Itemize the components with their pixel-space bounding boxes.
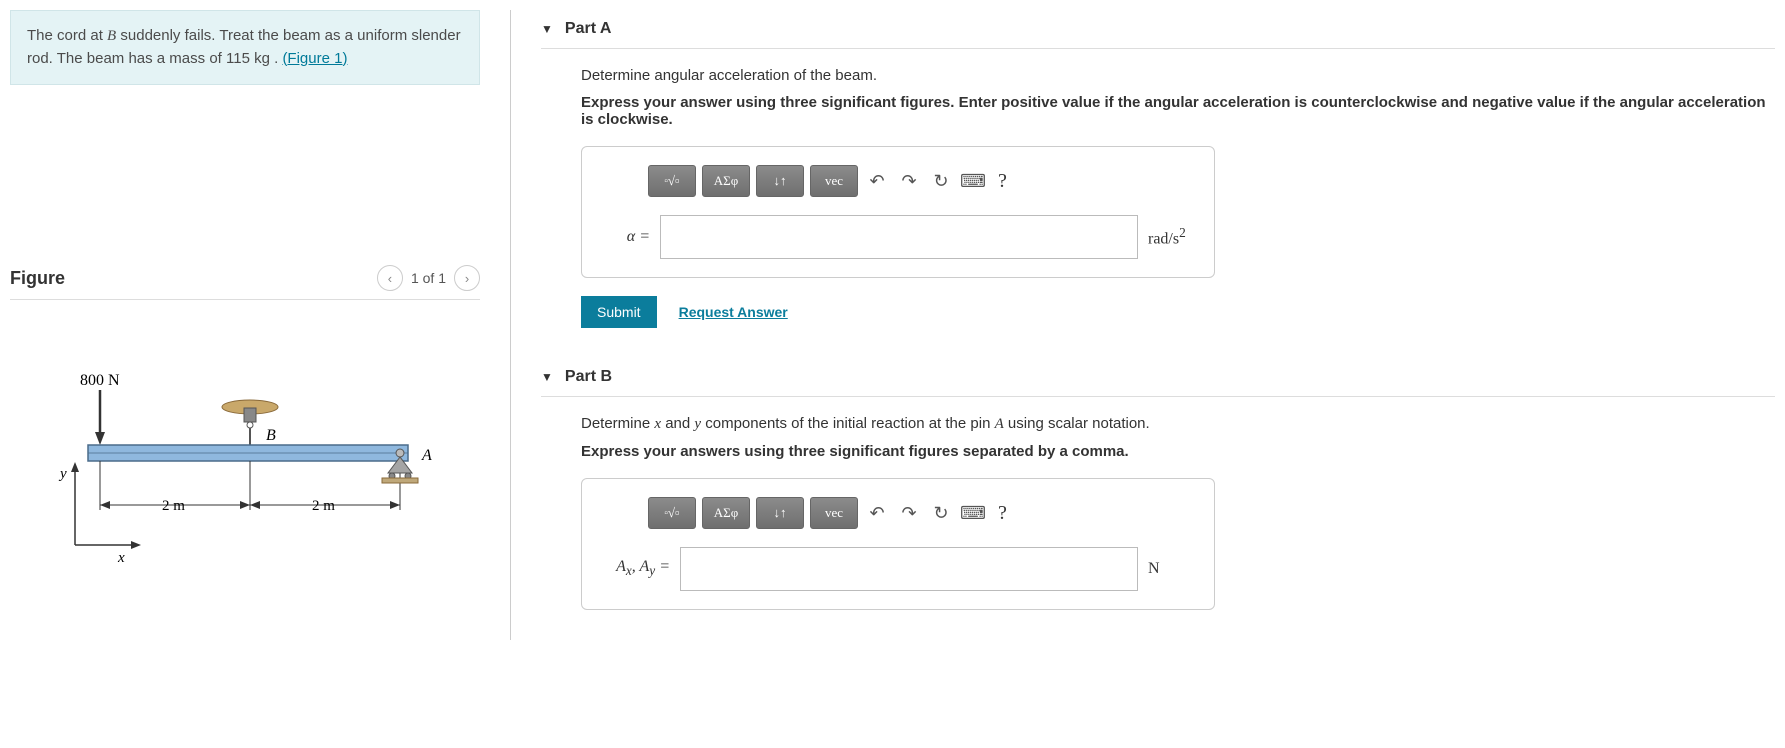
caret-down-icon: ▼ (541, 22, 553, 36)
part-b-answer-panel: ▫√▫ ΑΣφ ↓↑ vec ↶ ↷ ↻ ⌨ ? Ax, Ay = N (581, 478, 1215, 610)
greek-button[interactable]: ΑΣφ (702, 497, 750, 529)
undo-icon[interactable]: ↶ (864, 168, 890, 194)
axis-x: x (117, 550, 125, 566)
dim1: 2 m (162, 498, 185, 514)
problem-unit: kg (254, 50, 270, 67)
text: components of the initial reaction at th… (701, 415, 995, 432)
load-label: 800 N (80, 372, 120, 389)
part-a-answer-input[interactable] (660, 215, 1138, 259)
help-icon[interactable]: ? (992, 170, 1013, 193)
part-a-unit: rad/s2 (1148, 225, 1198, 248)
subsup-button[interactable]: ↓↑ (756, 165, 804, 197)
subsup-button[interactable]: ↓↑ (756, 497, 804, 529)
figure-header: Figure ‹ 1 of 1 › (10, 265, 480, 300)
figure-title: Figure (10, 268, 65, 289)
keyboard-icon[interactable]: ⌨ (960, 168, 986, 194)
part-a-answer-panel: ▫√▫ ΑΣφ ↓↑ vec ↶ ↷ ↻ ⌨ ? α = rad/s2 (581, 146, 1215, 278)
vec-button[interactable]: vec (810, 497, 858, 529)
text: Determine (581, 415, 654, 432)
part-a-title: Part A (565, 20, 612, 38)
figure-pager-label: 1 of 1 (411, 270, 446, 286)
part-b: ▼ Part B Determine x and y components of… (541, 358, 1775, 610)
part-a-instruction: Express your answer using three signific… (581, 94, 1775, 128)
part-b-answer-input[interactable] (680, 547, 1138, 591)
caret-down-icon: ▼ (541, 370, 553, 384)
part-b-instruction: Express your answers using three signifi… (581, 443, 1775, 460)
reset-icon[interactable]: ↻ (928, 168, 954, 194)
problem-statement: The cord at B suddenly fails. Treat the … (10, 10, 480, 85)
help-icon[interactable]: ? (992, 502, 1013, 525)
toolbar: ▫√▫ ΑΣφ ↓↑ vec ↶ ↷ ↻ ⌨ ? (598, 497, 1198, 529)
text: using scalar notation. (1004, 415, 1150, 432)
part-a-prompt: Determine angular acceleration of the be… (581, 67, 1775, 84)
greek-button[interactable]: ΑΣφ (702, 165, 750, 197)
label-A: A (421, 447, 432, 464)
templates-button[interactable]: ▫√▫ (648, 497, 696, 529)
request-answer-link[interactable]: Request Answer (679, 304, 788, 320)
part-a-header[interactable]: ▼ Part A (541, 10, 1775, 49)
problem-text: The cord at (27, 27, 107, 44)
undo-icon[interactable]: ↶ (864, 500, 890, 526)
redo-icon[interactable]: ↷ (896, 500, 922, 526)
vec-button[interactable]: vec (810, 165, 858, 197)
part-a-var-label: α = (598, 228, 650, 246)
axis-y: y (58, 466, 67, 482)
text: and (661, 415, 694, 432)
redo-icon[interactable]: ↷ (896, 168, 922, 194)
part-b-title: Part B (565, 368, 612, 386)
figure-next-button[interactable]: › (454, 265, 480, 291)
figure-link[interactable]: (Figure 1) (282, 50, 347, 67)
figure-pager: ‹ 1 of 1 › (377, 265, 480, 291)
keyboard-icon[interactable]: ⌨ (960, 500, 986, 526)
part-b-header[interactable]: ▼ Part B (541, 358, 1775, 397)
toolbar: ▫√▫ ΑΣφ ↓↑ vec ↶ ↷ ↻ ⌨ ? (598, 165, 1198, 197)
problem-var-B: B (107, 28, 116, 44)
label-B: B (266, 427, 276, 444)
part-b-var-label: Ax, Ay = (598, 558, 670, 579)
part-b-prompt: Determine x and y components of the init… (581, 415, 1775, 433)
dim2: 2 m (312, 498, 335, 514)
reset-icon[interactable]: ↻ (928, 500, 954, 526)
problem-text: . (270, 50, 283, 67)
part-a: ▼ Part A Determine angular acceleration … (541, 10, 1775, 328)
submit-button[interactable]: Submit (581, 296, 657, 328)
part-b-unit: N (1148, 560, 1198, 578)
templates-button[interactable]: ▫√▫ (648, 165, 696, 197)
figure-prev-button[interactable]: ‹ (377, 265, 403, 291)
var-A: A (995, 416, 1004, 432)
figure-diagram: 800 N B 2 m (10, 360, 480, 600)
